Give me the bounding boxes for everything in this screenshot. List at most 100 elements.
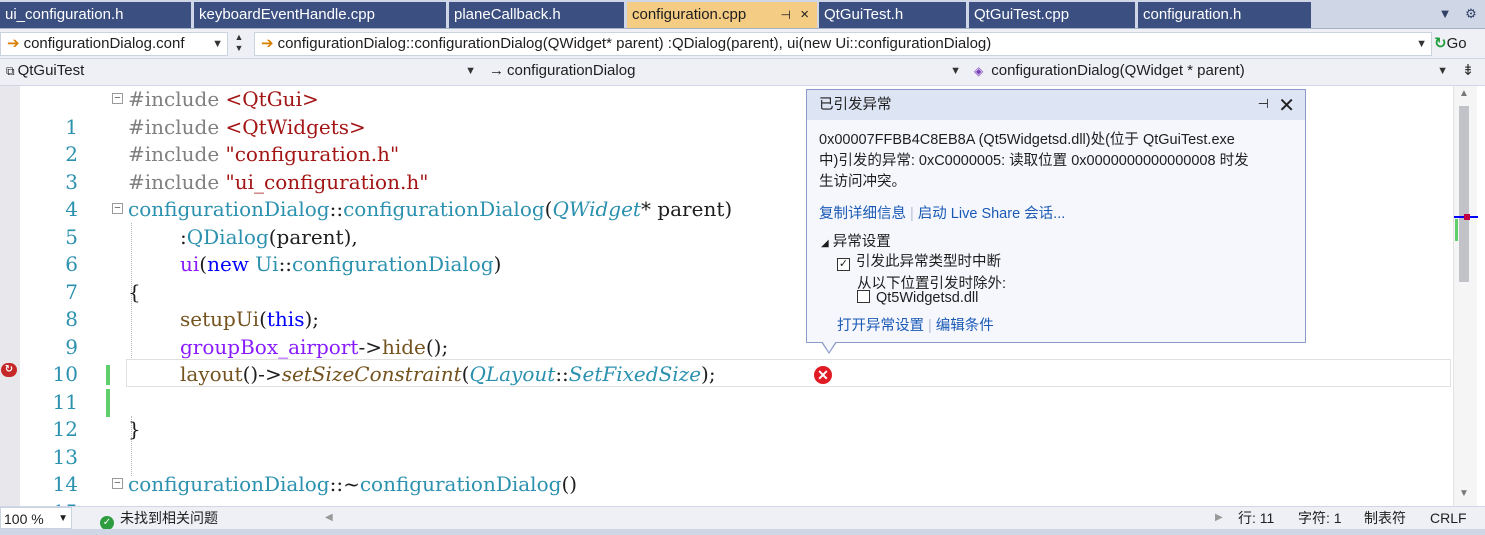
paren: (); — [425, 334, 449, 359]
code-text: :QDialog(parent), — [180, 224, 358, 252]
exception-settings-section[interactable]: ◢ 异常设置 — [821, 230, 891, 251]
tab-list-dropdown-icon[interactable]: ▼ — [1432, 2, 1458, 26]
keyword: new — [207, 252, 249, 276]
tab-qtguitest-cpp[interactable]: QtGuiTest.cpp — [969, 2, 1135, 28]
init-args: (parent), — [268, 224, 358, 249]
arrow-operator: -> — [358, 334, 382, 359]
zoom-combo[interactable]: 100 % ▼ — [0, 507, 72, 529]
tab-configuration-cpp[interactable]: configuration.cpp ⊣ × — [627, 2, 817, 28]
scroll-down-icon[interactable]: ▼ — [1459, 488, 1469, 499]
chevron-down-icon: ▼ — [950, 65, 961, 77]
tab-label: keyboardEventHandle.cpp — [199, 6, 375, 23]
code-line-current[interactable]: 11 layout()->setSizeConstraint(QLayout::… — [0, 361, 1450, 414]
code-line[interactable]: 12 — [0, 388, 1450, 441]
split-editor-icon[interactable]: ⇟ — [1455, 61, 1481, 83]
member-combo[interactable]: ➔ configurationDialog::configurationDialo… — [254, 32, 1432, 56]
code-text: configurationDialog::~configurationDialo… — [128, 471, 577, 499]
project-combo[interactable]: ⧉ QtGuiTest ▼ — [0, 60, 480, 84]
spin-up-down-icon[interactable]: ▲ ▼ — [230, 32, 248, 56]
pin-icon[interactable]: ⊣ — [1258, 96, 1269, 112]
close-icon[interactable]: ✕ — [1278, 93, 1295, 118]
member: groupBox_airport — [180, 334, 359, 359]
scroll-up-icon[interactable]: ▲ — [1459, 88, 1469, 99]
class-name: QLayout — [469, 362, 556, 386]
open-exception-settings-link[interactable]: 打开异常设置 — [837, 318, 924, 334]
message-line: 生访问冲突。 — [819, 174, 906, 190]
navigation-bar: ➔ configurationDialog.conf ▼ ▲ ▼ ➔ configur… — [0, 29, 1485, 59]
enum-value: SetFixedSize — [568, 362, 702, 386]
exception-error-icon[interactable]: ✕ — [814, 366, 832, 384]
colon: : — [180, 224, 187, 249]
param-name: * parent) — [640, 197, 733, 221]
pin-icon[interactable]: ⊣ — [781, 2, 791, 28]
line-ending-indicator[interactable]: CRLF — [1430, 507, 1467, 529]
indent-mode-indicator[interactable]: 制表符 — [1364, 507, 1406, 529]
code-navigation-bar: ⧉ QtGuiTest ▼ → configurationDialog ▼ ◈ con… — [0, 59, 1485, 86]
function-combo[interactable]: ◈ configurationDialog(QWidget * parent) ▼ — [968, 60, 1452, 84]
code-text: { — [128, 279, 141, 304]
scroll-right-icon[interactable]: ▶ — [1215, 507, 1223, 529]
code-line[interactable]: 13 } — [0, 416, 1450, 469]
checkbox-checked-icon: ✓ — [837, 258, 850, 271]
module-exclusion-checkbox[interactable]: Qt5Widgetsd.dll — [857, 290, 978, 306]
zoom-value: 100 % — [4, 511, 44, 527]
tilde: ~ — [343, 472, 360, 496]
scrollbar-thumb[interactable] — [1459, 106, 1469, 282]
code-line[interactable]: 14 — [0, 444, 1450, 496]
code-line[interactable]: 15 − configurationDialog::~configuration… — [0, 471, 1450, 506]
close-icon[interactable]: × — [800, 2, 809, 28]
collapse-icon[interactable]: − — [112, 203, 123, 214]
code-text: setupUi(this); — [180, 306, 319, 334]
paren: ); — [304, 307, 320, 331]
scope-operator: :: — [278, 252, 293, 276]
divider: | — [910, 206, 914, 222]
tab-ui-configuration-h[interactable]: ui_configuration.h — [0, 2, 191, 28]
code-text: groupBox_airport->hide(); — [180, 334, 448, 362]
chevron-down-icon: ▼ — [1416, 38, 1427, 50]
tab-configuration-h[interactable]: configuration.h — [1138, 2, 1311, 28]
code-text: #include <QtWidgets> — [128, 114, 366, 142]
line-number: 15 — [20, 499, 78, 507]
collapse-icon[interactable]: − — [112, 478, 123, 489]
go-arrow-icon: ↻ — [1434, 35, 1447, 52]
go-button[interactable]: ↻Go — [1434, 32, 1482, 56]
column-indicator[interactable]: 字符: 1 — [1298, 507, 1342, 529]
edit-conditions-link[interactable]: 编辑条件 — [936, 318, 994, 334]
break-when-thrown-checkbox[interactable]: ✓ 引发此异常类型时中断 — [837, 250, 1001, 271]
class-combo[interactable]: → configurationDialog ▼ — [483, 60, 965, 84]
issues-indicator[interactable]: ✓ 未找到相关问题 — [100, 507, 218, 530]
scope-combo[interactable]: ➔ configurationDialog.conf ▼ — [0, 32, 228, 56]
error-marker — [1464, 214, 1470, 220]
start-live-share-link[interactable]: 启动 Live Share 会话... — [918, 206, 1065, 222]
function-call: layout — [180, 362, 243, 386]
collapse-icon[interactable]: − — [112, 93, 123, 104]
exception-title: 已引发异常 — [819, 97, 892, 113]
exception-settings-actions: 打开异常设置 | 编辑条件 — [837, 314, 994, 335]
exception-actions: 复制详细信息 | 启动 Live Share 会话... — [819, 202, 1065, 223]
exception-title-bar: 已引发异常 — [807, 90, 1305, 120]
preprocessor: #include — [128, 87, 226, 111]
scroll-left-icon[interactable]: ◀ — [325, 507, 333, 529]
message-line: 0x00007FFBB4C8EB8A (Qt5Widgetsd.dll)处(位于… — [819, 132, 1235, 148]
paren: ) — [493, 252, 502, 276]
paren: ( — [259, 307, 267, 331]
tab-keyboard-event-handle-cpp[interactable]: keyboardEventHandle.cpp — [194, 2, 446, 28]
vertical-scrollbar[interactable]: ▲ ▼ — [1453, 86, 1478, 506]
tab-qtguitest-h[interactable]: QtGuiTest.h — [819, 2, 966, 28]
line-indicator[interactable]: 行: 11 — [1238, 507, 1274, 529]
function-name: configurationDialog — [343, 197, 545, 221]
project-combo-value: QtGuiTest — [17, 62, 85, 79]
class-name: configurationDialog — [128, 472, 330, 496]
param-type: QWidget — [552, 197, 641, 221]
section-title: 异常设置 — [832, 234, 891, 250]
tab-plane-callback-h[interactable]: planeCallback.h — [449, 2, 624, 28]
copy-details-link[interactable]: 复制详细信息 — [819, 206, 906, 222]
tab-label: QtGuiTest.h — [824, 6, 904, 23]
class-name: configurationDialog — [292, 252, 494, 276]
project-icon: ⧉ — [6, 64, 15, 78]
tab-label: configuration.cpp — [632, 6, 747, 23]
scope-operator: :: — [329, 472, 344, 496]
preprocessor: #include — [128, 142, 226, 166]
settings-gear-icon[interactable]: ⚙ — [1458, 2, 1484, 26]
go-label: Go — [1446, 35, 1467, 52]
